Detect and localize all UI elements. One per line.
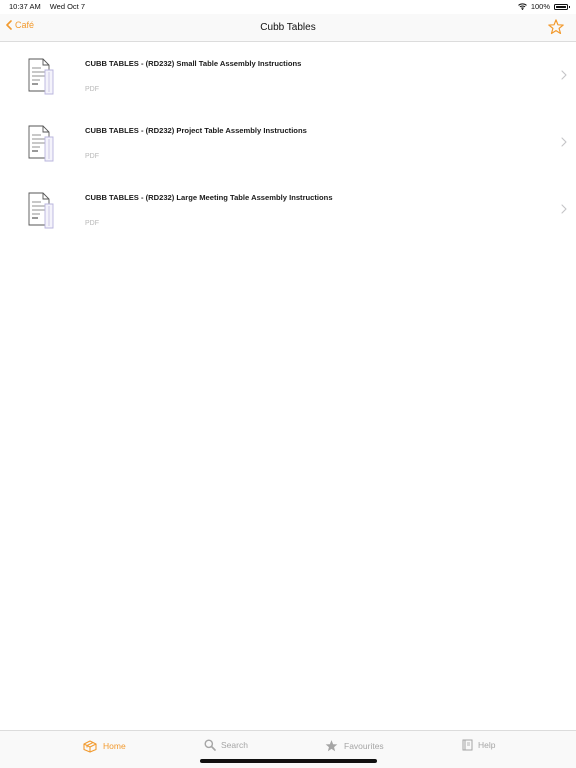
pdf-document-icon <box>28 58 54 95</box>
navigation-bar: Café Cubb Tables <box>0 14 576 42</box>
star-icon <box>325 740 338 752</box>
tab-home[interactable]: Home <box>82 739 126 753</box>
status-date: Wed Oct 7 <box>49 2 85 11</box>
tab-search[interactable]: Search <box>204 739 248 751</box>
document-type: PDF <box>85 153 99 160</box>
list-item-document[interactable]: CUBB TABLES - (RD232) Project Table Asse… <box>0 109 576 176</box>
document-title: CUBB TABLES - (RD232) Project Table Asse… <box>85 126 307 135</box>
document-type: PDF <box>85 220 99 227</box>
chevron-right-icon <box>561 137 567 147</box>
home-indicator[interactable] <box>200 759 377 763</box>
home-box-icon <box>83 740 97 753</box>
tab-help[interactable]: Help <box>462 739 495 751</box>
book-icon <box>462 739 473 751</box>
pdf-document-icon <box>28 125 54 162</box>
list-item-document[interactable]: CUBB TABLES - (RD232) Small Table Assemb… <box>0 42 576 109</box>
status-bar: 10:37 AM Wed Oct 7 100% <box>0 0 576 14</box>
list-item-document[interactable]: CUBB TABLES - (RD232) Large Meeting Tabl… <box>0 176 576 243</box>
pdf-document-icon <box>28 192 54 229</box>
tab-favourites[interactable]: Favourites <box>324 739 384 753</box>
document-list: CUBB TABLES - (RD232) Small Table Assemb… <box>0 42 576 243</box>
tab-home-label: Home <box>103 741 126 751</box>
page-title: Cubb Tables <box>260 22 316 33</box>
chevron-right-icon <box>561 204 567 214</box>
battery-icon <box>554 3 570 10</box>
status-time: 10:37 AM <box>9 2 41 11</box>
document-title: CUBB TABLES - (RD232) Small Table Assemb… <box>85 59 302 68</box>
battery-percent: 100% <box>530 2 550 11</box>
tab-search-label: Search <box>221 740 248 750</box>
favourite-star-icon[interactable] <box>547 18 565 36</box>
wifi-icon <box>517 3 527 10</box>
tab-favourites-label: Favourites <box>344 741 384 751</box>
search-icon <box>204 739 216 751</box>
tab-help-label: Help <box>478 740 496 750</box>
document-type: PDF <box>85 86 99 93</box>
chevron-right-icon <box>561 70 567 80</box>
document-title: CUBB TABLES - (RD232) Large Meeting Tabl… <box>85 193 333 202</box>
